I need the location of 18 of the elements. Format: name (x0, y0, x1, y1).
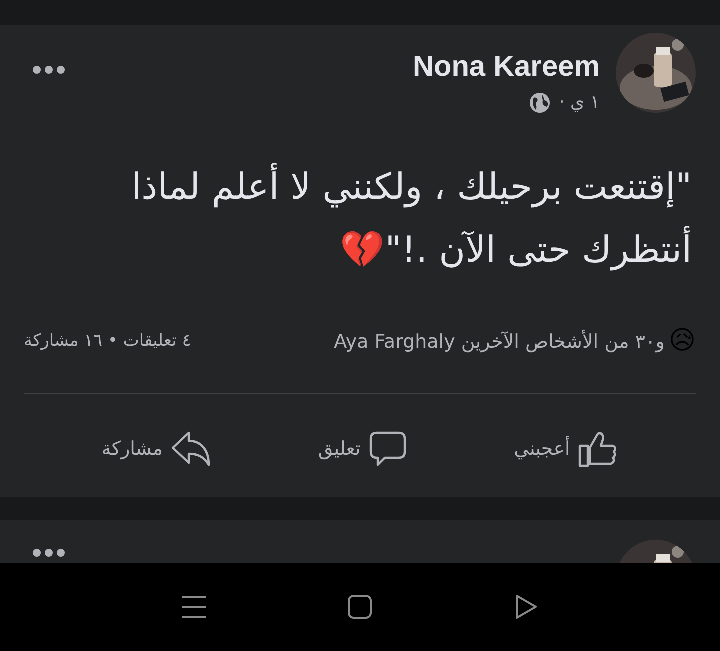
post-time: ١ ي · (559, 91, 600, 116)
sad-emoji: 😥 (668, 325, 696, 358)
more-icon[interactable] (32, 65, 66, 75)
more-icon[interactable] (32, 548, 66, 558)
share-icon (171, 430, 212, 468)
author-name[interactable]: Nona Kareem (413, 49, 600, 86)
globe-icon (529, 92, 552, 114)
post-text: "إقتنعت برحيلك ، ولكنني لا أعلم لماذا أنتظرك حتى الآن .!"💔 (24, 156, 696, 282)
engagement-counts[interactable]: ٤ تعليقات • ١٦ مشاركة (24, 329, 192, 354)
thumbs-up-icon (578, 430, 618, 468)
like-button[interactable]: أعجبني (502, 422, 630, 476)
comment-icon (368, 430, 407, 468)
menu-icon[interactable] (181, 594, 207, 620)
reaction-names[interactable]: و٣٠ من الأشخاص الآخرين Aya Farghaly (334, 328, 665, 356)
back-icon[interactable] (513, 594, 539, 620)
home-icon[interactable] (347, 594, 373, 620)
share-button[interactable]: مشاركة (90, 422, 224, 476)
comment-button[interactable]: تعليق (306, 422, 419, 476)
